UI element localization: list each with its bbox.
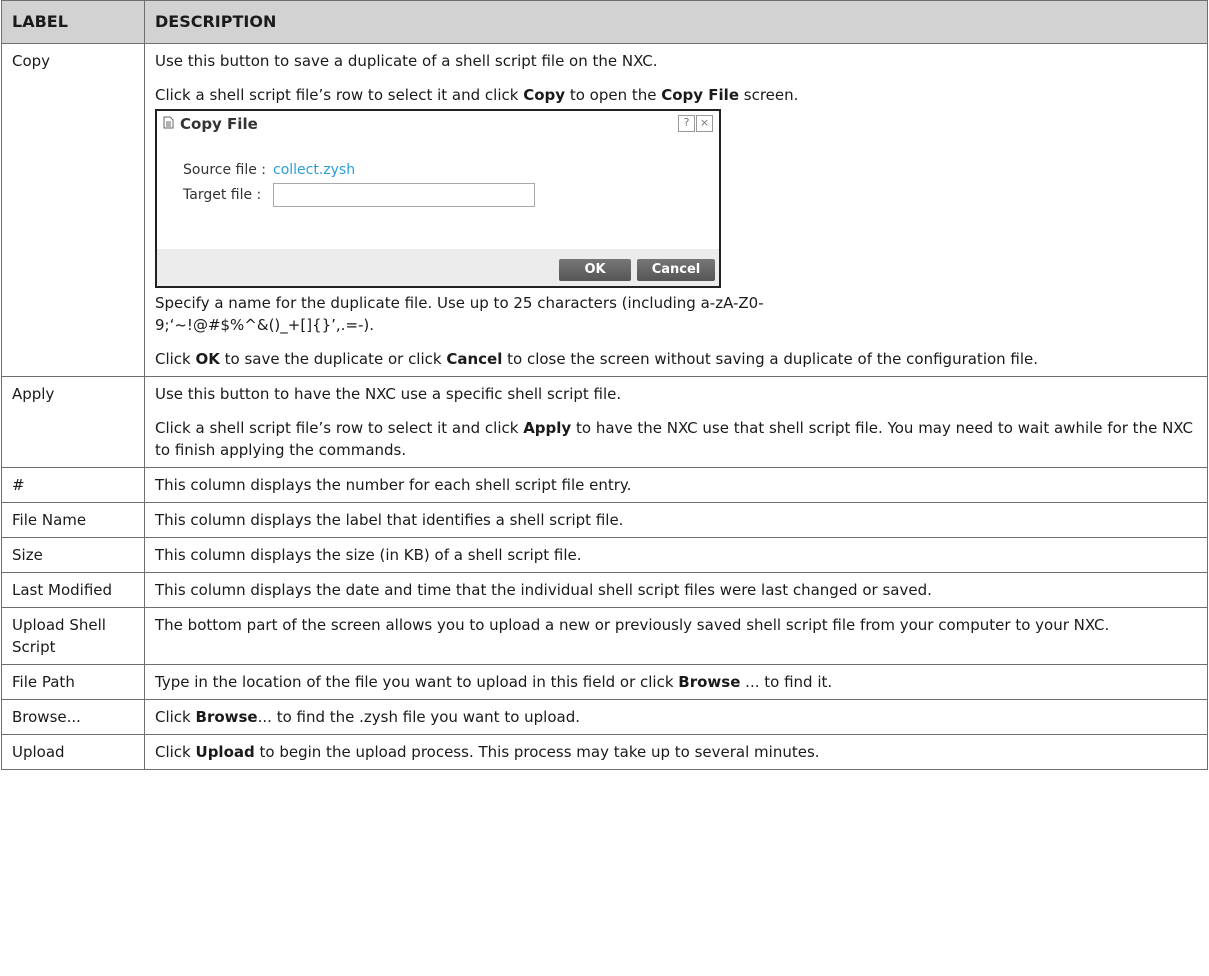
row-description-copy: Use this button to save a duplicate of a… — [144, 43, 1208, 377]
row-label-apply: Apply — [1, 376, 145, 468]
row-label-browse: Browse... — [1, 699, 145, 735]
row-label: Upload Shell Script — [1, 607, 145, 665]
row-description-file-path: Type in the location of the file you wan… — [144, 664, 1208, 700]
table-header-row: LABEL DESCRIPTION — [1, 0, 1208, 44]
copy-file-dialog-screenshot: Copy File ? × Source file : collect.zysh … — [155, 109, 721, 288]
row-description-apply: Use this button to have the NXC use a sp… — [144, 376, 1208, 468]
target-file-label: Target file : — [183, 187, 262, 203]
table-row: Upload Shell Script The bottom part of t… — [1, 607, 1208, 665]
source-file-label: Source file : — [183, 162, 267, 178]
row-label: Size — [1, 537, 145, 573]
target-file-input[interactable] — [273, 183, 535, 207]
copy-paragraph-3: Specify a name for the duplicate file. U… — [155, 294, 764, 334]
target-file-row: Target file : — [183, 183, 535, 207]
copy-paragraph-2: Click a shell script file’s row to selec… — [155, 86, 799, 104]
table-row: Last Modified This column displays the d… — [1, 572, 1208, 608]
table-row-apply: Apply Use this button to have the NXC us… — [1, 376, 1208, 468]
row-label-copy: Copy — [1, 43, 145, 377]
row-label-upload: Upload — [1, 734, 145, 770]
table-row-browse: Browse... Click Browse... to find the .z… — [1, 699, 1208, 735]
row-label-file-path: File Path — [1, 664, 145, 700]
document-icon — [163, 113, 174, 135]
row-description: This column displays the label that iden… — [144, 502, 1208, 538]
row-label: File Name — [1, 502, 145, 538]
table-row: File Name This column displays the label… — [1, 502, 1208, 538]
apply-paragraph-2: Click a shell script file’s row to selec… — [155, 419, 1193, 459]
row-description: The bottom part of the screen allows you… — [144, 607, 1208, 665]
copy-paragraph-4: Click OK to save the duplicate or click … — [155, 350, 1039, 368]
help-icon[interactable]: ? — [678, 115, 695, 132]
dialog-body: Source file : collect.zysh Target file : — [157, 137, 719, 249]
cancel-button[interactable]: Cancel — [637, 259, 715, 281]
apply-paragraph-1: Use this button to have the NXC use a sp… — [155, 385, 622, 403]
copy-paragraph-1: Use this button to save a duplicate of a… — [155, 52, 658, 70]
close-icon[interactable]: × — [696, 115, 713, 132]
table-row-upload: Upload Click Upload to begin the upload … — [1, 734, 1208, 770]
table-row-copy: Copy Use this button to save a duplicate… — [1, 43, 1208, 377]
row-label: Last Modified — [1, 572, 145, 608]
description-column-header: DESCRIPTION — [144, 0, 1208, 44]
dialog-footer: OK Cancel — [157, 249, 719, 286]
source-file-row: Source file : collect.zysh — [183, 159, 355, 181]
row-description: This column displays the size (in KB) of… — [144, 537, 1208, 573]
dialog-title-bar: Copy File ? × — [157, 111, 719, 137]
ok-button[interactable]: OK — [559, 259, 631, 281]
table-row: Size This column displays the size (in K… — [1, 537, 1208, 573]
row-description: This column displays the date and time t… — [144, 572, 1208, 608]
row-description: This column displays the number for each… — [144, 467, 1208, 503]
field-description-table: LABEL DESCRIPTION Copy Use this button t… — [1, 0, 1208, 770]
table-row: # This column displays the number for ea… — [1, 467, 1208, 503]
label-column-header: LABEL — [1, 0, 145, 44]
table-row-file-path: File Path Type in the location of the fi… — [1, 664, 1208, 700]
row-description-upload: Click Upload to begin the upload process… — [144, 734, 1208, 770]
source-file-value: collect.zysh — [273, 162, 356, 178]
row-label: # — [1, 467, 145, 503]
dialog-title: Copy File — [180, 115, 258, 133]
row-description-browse: Click Browse... to find the .zysh file y… — [144, 699, 1208, 735]
